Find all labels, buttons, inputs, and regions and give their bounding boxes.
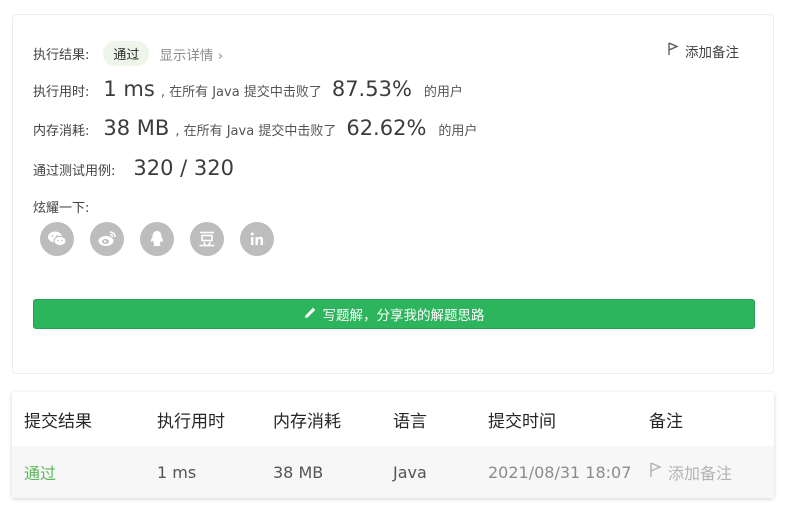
share-row: 炫耀一下:: [33, 197, 89, 216]
flag-icon: [667, 42, 679, 60]
douban-icon[interactable]: [190, 222, 224, 256]
row-memory: 38 MB: [273, 462, 324, 482]
result-row: 执行结果: 通过 显示详情 ›: [33, 41, 223, 66]
memory-row: 内存消耗: 38 MB , 在所有 Java 提交中击败了 62.62% 的用户: [33, 116, 477, 140]
row-language: Java: [393, 462, 427, 482]
runtime-suffix: 的用户: [423, 85, 463, 100]
runtime-percent: 87.53%: [331, 77, 412, 101]
row-submit-time: 2021/08/31 18:07: [488, 462, 632, 482]
tests-value: 320 / 320: [133, 156, 234, 180]
result-label: 执行结果:: [33, 48, 90, 63]
header-note: 备注: [649, 411, 683, 432]
header-result: 提交结果: [24, 411, 92, 432]
pencil-icon: [304, 306, 317, 323]
row-add-note-button[interactable]: 添加备注: [649, 460, 732, 484]
header-runtime: 执行用时: [157, 411, 225, 432]
qq-icon[interactable]: [140, 222, 174, 256]
write-solution-label: 写题解，分享我的解题思路: [322, 308, 485, 324]
write-solution-button[interactable]: 写题解，分享我的解题思路: [33, 299, 755, 329]
header-submit-time: 提交时间: [488, 411, 556, 432]
memory-label: 内存消耗:: [33, 124, 90, 139]
header-memory: 内存消耗: [273, 411, 341, 432]
status-badge: 通过: [103, 41, 150, 66]
tests-label: 通过测试用例:: [33, 164, 116, 179]
weibo-icon[interactable]: [90, 222, 124, 256]
header-language: 语言: [393, 411, 427, 432]
row-runtime: 1 ms: [157, 462, 197, 482]
runtime-row: 执行用时: 1 ms , 在所有 Java 提交中击败了 87.53% 的用户: [33, 77, 463, 101]
runtime-label: 执行用时:: [33, 85, 90, 100]
submission-result-card: 执行结果: 通过 显示详情 › 添加备注 执行用时: 1 ms , 在所有 Ja…: [12, 14, 774, 374]
row-add-note-label: 添加备注: [668, 464, 733, 483]
row-result-link[interactable]: 通过: [24, 460, 56, 484]
runtime-beat-text: , 在所有 Java 提交中击败了: [160, 85, 322, 100]
table-header: 提交结果 执行用时 内存消耗 语言 提交时间 备注: [12, 392, 774, 446]
add-note-label: 添加备注: [685, 45, 739, 61]
memory-value: 38 MB: [103, 116, 170, 140]
linkedin-icon[interactable]: [240, 222, 274, 256]
show-details-link[interactable]: 显示详情 ›: [159, 44, 223, 64]
share-label: 炫耀一下:: [33, 201, 90, 216]
memory-suffix: 的用户: [438, 124, 478, 139]
runtime-value: 1 ms: [103, 77, 155, 101]
tests-row: 通过测试用例: 320 / 320: [33, 156, 234, 180]
memory-beat-text: , 在所有 Java 提交中击败了: [175, 124, 337, 139]
flag-icon: [649, 462, 662, 482]
memory-percent: 62.62%: [346, 116, 427, 140]
add-note-button[interactable]: 添加备注: [667, 41, 739, 61]
share-icons: [40, 222, 274, 256]
submissions-table: 提交结果 执行用时 内存消耗 语言 提交时间 备注 通过 1 ms 38 MB …: [12, 392, 774, 498]
wechat-icon[interactable]: [40, 222, 74, 256]
table-row: 通过 1 ms 38 MB Java 2021/08/31 18:07 添加备注: [12, 446, 774, 498]
